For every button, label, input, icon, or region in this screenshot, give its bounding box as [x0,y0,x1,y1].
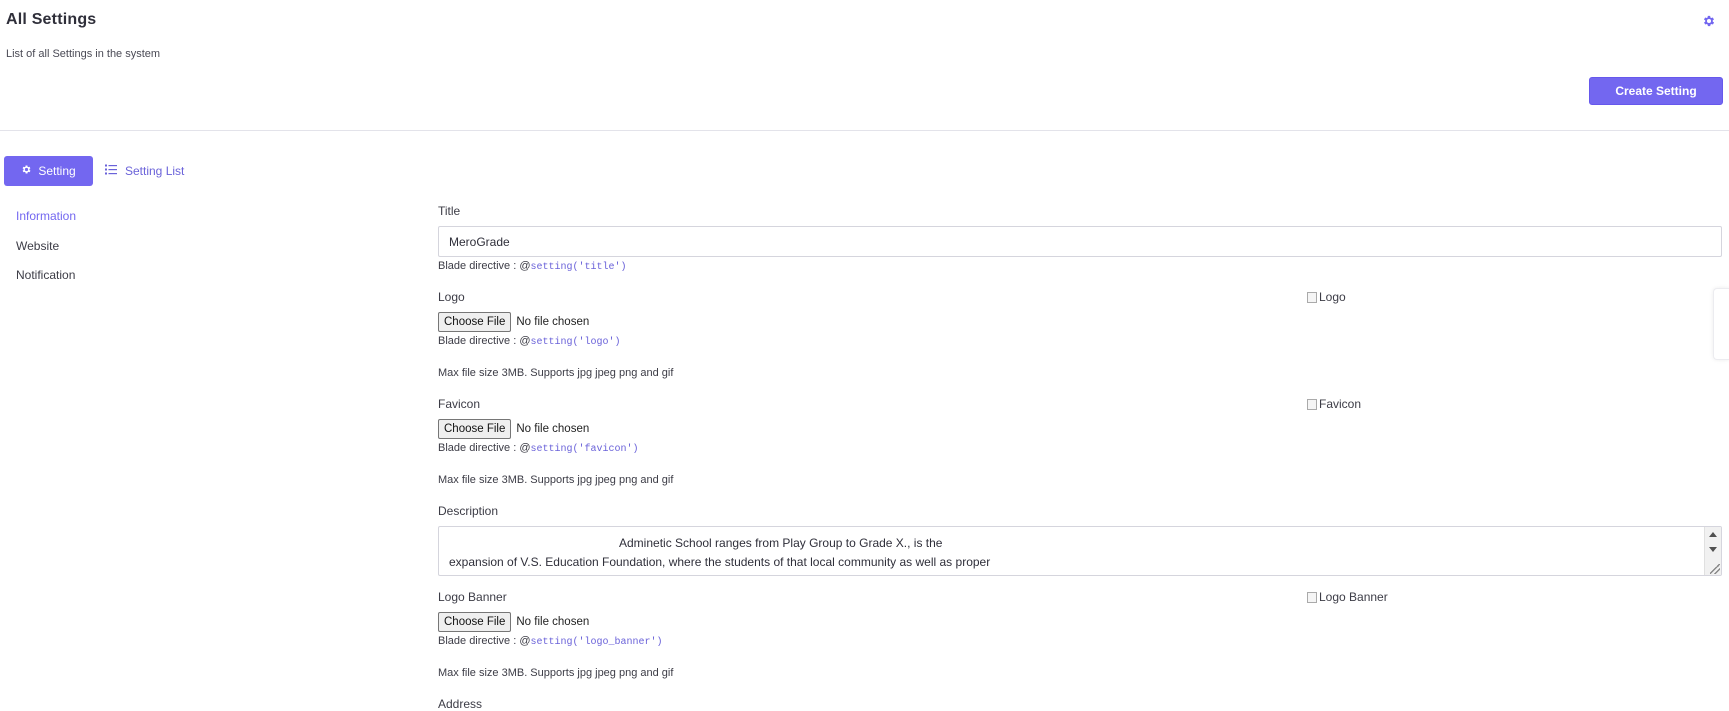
tab-setting[interactable]: Setting [4,156,93,186]
directive-code: setting('title') [530,262,627,273]
logo-banner-image: Logo Banner [1307,590,1388,604]
gear-icon [21,164,32,178]
broken-image-icon [1307,591,1317,603]
logo-banner-label: Logo Banner [438,590,507,604]
logo-image: Logo [1307,290,1346,304]
customizer-toggle[interactable] [1713,288,1729,360]
logo-banner-choose-file-button[interactable]: Choose File [438,612,512,632]
directive-prefix: Blade directive : @ [438,335,531,347]
favicon-image: Favicon [1307,397,1361,411]
tab-setting-label: Setting [38,164,76,178]
logo-banner-file-input[interactable]: Choose File No file chosen [438,612,589,632]
sidebar-item-information[interactable]: Information [16,209,76,223]
scroll-up-icon[interactable] [1709,532,1717,537]
favicon-image-alt: Favicon [1319,397,1362,411]
tab-setting-list-label: Setting List [125,164,185,178]
tab-setting-list[interactable]: Setting List [105,156,184,186]
logo-label: Logo [438,290,465,304]
logo-image-alt: Logo [1319,290,1346,304]
favicon-choose-file-button[interactable]: Choose File [438,419,512,439]
directive-prefix: Blade directive : @ [438,635,531,647]
list-icon [105,164,117,178]
logo-banner-help-text: Max file size 3MB. Supports jpg jpeg png… [438,667,674,679]
scroll-down-icon[interactable] [1709,547,1717,552]
gear-icon[interactable] [1702,14,1716,28]
page-subtitle: List of all Settings in the system [6,48,161,60]
textarea-scrollbar[interactable] [1704,527,1721,575]
favicon-file-status: No file chosen [516,423,590,435]
logo-file-status: No file chosen [516,316,590,328]
directive-code: setting('logo') [530,337,621,348]
favicon-file-input[interactable]: Choose File No file chosen [438,419,589,439]
logo-directive: Blade directive : @setting('logo') [438,335,621,348]
logo-choose-file-button[interactable]: Choose File [438,312,512,332]
broken-image-icon [1307,398,1317,410]
header-divider [0,130,1729,131]
directive-prefix: Blade directive : @ [438,442,531,454]
title-label: Title [438,204,461,218]
directive-prefix: Blade directive : @ [438,260,531,272]
logo-banner-image-alt: Logo Banner [1319,590,1388,604]
logo-banner-file-status: No file chosen [516,616,590,628]
create-setting-button[interactable]: Create Setting [1589,77,1723,105]
broken-image-icon [1307,291,1317,303]
description-line-2: expansion of V.S. Education Foundation, … [449,555,991,569]
description-label: Description [438,504,499,518]
favicon-directive: Blade directive : @setting('favicon') [438,442,639,455]
title-input[interactable] [438,226,1722,257]
directive-code: setting('favicon') [530,444,639,455]
logo-help-text: Max file size 3MB. Supports jpg jpeg png… [438,367,674,379]
address-label: Address [438,697,483,711]
description-textarea[interactable]: Adminetic School ranges from Play Group … [438,526,1722,576]
title-directive: Blade directive : @setting('title') [438,260,627,273]
favicon-label: Favicon [438,397,481,411]
page-title: All Settings [6,11,97,28]
favicon-help-text: Max file size 3MB. Supports jpg jpeg png… [438,474,674,486]
logo-banner-directive: Blade directive : @setting('logo_banner'… [438,635,663,648]
sidebar-item-website[interactable]: Website [16,239,59,253]
resize-grip-icon[interactable] [1710,564,1720,574]
description-line-1: Adminetic School ranges from Play Group … [619,536,943,550]
logo-file-input[interactable]: Choose File No file chosen [438,312,589,332]
sidebar-item-notification[interactable]: Notification [16,268,75,282]
directive-code: setting('logo_banner') [530,637,663,648]
